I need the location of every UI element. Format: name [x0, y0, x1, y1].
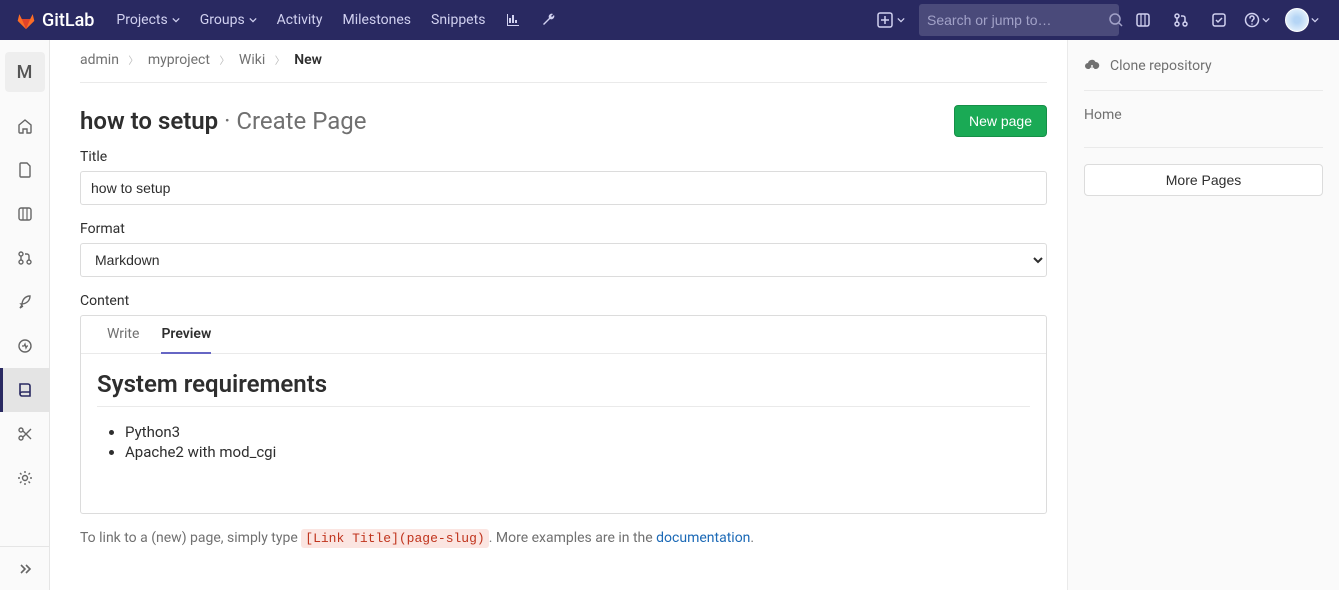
page-title-suffix: · Create Page [224, 107, 366, 135]
operations-icon [17, 338, 33, 354]
nav-groups-label: Groups [200, 12, 245, 28]
doc-icon [17, 162, 33, 178]
todos-link[interactable] [1201, 0, 1237, 40]
link-hint: To link to a (new) page, simply type [Li… [80, 530, 1047, 546]
user-menu[interactable] [1277, 0, 1323, 40]
logo[interactable]: GitLab [16, 10, 94, 31]
new-page-button[interactable]: New page [954, 105, 1047, 137]
sidebar-overview[interactable] [0, 104, 50, 148]
wiki-sidebar: Clone repository Home More Pages [1067, 40, 1339, 590]
format-select[interactable]: Markdown [80, 243, 1047, 277]
nav-analytics[interactable] [495, 0, 531, 40]
sidebar-operations[interactable] [0, 324, 50, 368]
issues-icon [1135, 12, 1151, 28]
nav-activity[interactable]: Activity [267, 0, 333, 40]
title-label: Title [80, 149, 1047, 165]
hint-text-post: . [750, 530, 754, 546]
new-menu[interactable] [869, 0, 913, 40]
search-icon [1108, 12, 1124, 28]
gitlab-logo-icon [16, 10, 36, 30]
hint-text-pre: To link to a (new) page, simply type [80, 530, 301, 546]
nav-projects[interactable]: Projects [106, 0, 189, 40]
brand-text: GitLab [42, 10, 94, 31]
sidebar-snippets[interactable] [0, 412, 50, 456]
chevron-down-icon [1311, 16, 1319, 24]
page-title: how to setup · Create Page [80, 107, 366, 135]
format-label: Format [80, 221, 1047, 237]
hint-text-mid: . More examples are in the [489, 530, 656, 546]
chevron-down-icon [897, 16, 905, 24]
sidebar-wiki[interactable] [0, 368, 50, 412]
nav-snippets-label: Snippets [431, 12, 485, 28]
page-title-main: how to setup [80, 107, 218, 135]
nav-items: Projects Groups Activity Milestones Snip… [106, 0, 567, 40]
top-navbar: GitLab Projects Groups Activity Mileston… [0, 0, 1339, 40]
chevron-down-icon [1262, 16, 1270, 24]
hint-code: [Link Title](page-slug) [301, 529, 488, 548]
project-avatar[interactable]: M [5, 52, 45, 92]
todo-icon [1211, 12, 1227, 28]
search-input[interactable] [927, 12, 1108, 28]
chevron-down-icon [172, 16, 180, 24]
title-input[interactable] [80, 171, 1047, 205]
more-pages-button[interactable]: More Pages [1084, 164, 1323, 196]
editor-box: Write Preview System requirements Python… [80, 315, 1047, 514]
cloud-download-icon [1084, 58, 1100, 74]
project-sidebar: M [0, 40, 50, 590]
merge-requests-link[interactable] [1163, 0, 1199, 40]
gear-icon [17, 470, 33, 486]
clone-repository-label: Clone repository [1110, 58, 1212, 74]
sidebar-expand[interactable] [0, 546, 50, 590]
nav-admin[interactable] [531, 0, 567, 40]
plus-square-icon [877, 12, 893, 28]
sidebar-repository[interactable] [0, 148, 50, 192]
chart-icon [505, 12, 521, 28]
issues-link[interactable] [1125, 0, 1161, 40]
merge-request-icon [17, 250, 33, 266]
tab-preview[interactable]: Preview [161, 326, 211, 354]
preview-list-item: Python3 [125, 423, 1030, 441]
sidebar-settings[interactable] [0, 456, 50, 500]
nav-milestones[interactable]: Milestones [333, 0, 422, 40]
tab-write[interactable]: Write [107, 326, 139, 353]
sidebar-merge-requests[interactable] [0, 236, 50, 280]
book-icon [17, 382, 33, 398]
chevron-down-icon [249, 16, 257, 24]
nav-activity-label: Activity [277, 12, 323, 28]
breadcrumb-admin[interactable]: admin [80, 52, 119, 68]
nav-snippets[interactable]: Snippets [421, 0, 495, 40]
main-content: admin 〉 myproject 〉 Wiki 〉 New how to se… [50, 40, 1067, 590]
breadcrumb-separator: 〉 [122, 56, 144, 67]
merge-request-icon [1173, 12, 1189, 28]
breadcrumb-separator: 〉 [213, 56, 235, 67]
home-icon [17, 118, 33, 134]
avatar [1285, 8, 1309, 32]
clone-repository-link[interactable]: Clone repository [1084, 58, 1323, 90]
content-label: Content [80, 293, 1047, 309]
nav-milestones-label: Milestones [343, 12, 412, 28]
wiki-home-link[interactable]: Home [1084, 107, 1323, 123]
issues-icon [17, 206, 33, 222]
documentation-link[interactable]: documentation [656, 530, 750, 546]
chevrons-right-icon [17, 561, 33, 577]
sidebar-cicd[interactable] [0, 280, 50, 324]
search-box[interactable] [919, 4, 1119, 36]
help-menu[interactable] [1239, 0, 1275, 40]
question-icon [1244, 12, 1260, 28]
breadcrumb-project[interactable]: myproject [148, 52, 210, 68]
nav-right [869, 0, 1323, 40]
preview-heading: System requirements [97, 370, 1030, 407]
sidebar-issues[interactable] [0, 192, 50, 236]
breadcrumb-separator: 〉 [269, 56, 291, 67]
preview-pane: System requirements Python3 Apache2 with… [81, 354, 1046, 513]
breadcrumb-current: New [294, 52, 322, 68]
preview-list-item: Apache2 with mod_cgi [125, 443, 1030, 461]
breadcrumb: admin 〉 myproject 〉 Wiki 〉 New [80, 50, 1047, 83]
nav-groups[interactable]: Groups [190, 0, 267, 40]
scissors-icon [17, 426, 33, 442]
rocket-icon [17, 294, 33, 310]
wrench-icon [541, 12, 557, 28]
breadcrumb-wiki[interactable]: Wiki [239, 52, 265, 68]
nav-projects-label: Projects [116, 12, 167, 28]
